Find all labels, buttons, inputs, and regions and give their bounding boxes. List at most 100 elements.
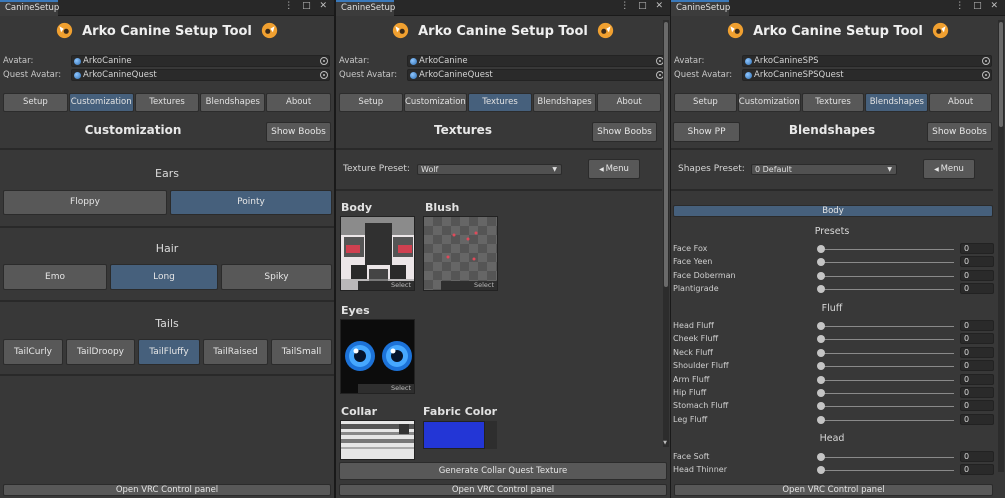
blendshape-value-field[interactable]: 0 xyxy=(960,269,994,281)
body-texture-slot[interactable]: Select xyxy=(340,216,415,291)
fabric-color-picker[interactable] xyxy=(485,421,497,449)
scroll-down-icon[interactable]: ▼ xyxy=(663,440,667,446)
fabric-color-swatch[interactable] xyxy=(423,421,485,449)
blendshape-value-field[interactable]: 0 xyxy=(960,333,994,345)
tail-droopy-button[interactable]: TailDroopy xyxy=(66,339,135,365)
avatar-field[interactable]: ArkoCanineSPS xyxy=(742,55,992,67)
scrollbar-thumb[interactable] xyxy=(999,22,1003,127)
ears-floppy-button[interactable]: Floppy xyxy=(3,190,167,215)
blendshape-value-field[interactable]: 0 xyxy=(960,320,994,331)
blendshape-value-field[interactable]: 0 xyxy=(960,464,994,476)
slider-handle[interactable] xyxy=(817,402,825,411)
tab-setup[interactable]: Setup xyxy=(674,93,737,112)
avatar-field[interactable]: ArkoCanine xyxy=(71,55,330,67)
menu-button[interactable]: ◀ Menu xyxy=(588,159,640,179)
generate-collar-quest-texture-button[interactable]: Generate Collar Quest Texture xyxy=(339,462,667,480)
avatar-field[interactable]: ArkoCanine xyxy=(407,55,666,67)
tab-setup[interactable]: Setup xyxy=(339,93,403,112)
blendshape-value-field[interactable]: 0 xyxy=(960,400,994,412)
slider-handle[interactable] xyxy=(817,375,825,384)
window-tab[interactable]: CanineSetup xyxy=(336,0,395,16)
slider-handle[interactable] xyxy=(817,389,825,397)
slider-handle[interactable] xyxy=(817,466,825,475)
object-picker-icon[interactable] xyxy=(320,57,328,65)
blendshape-value-field[interactable]: 0 xyxy=(960,451,994,462)
object-picker-icon[interactable] xyxy=(982,57,990,65)
open-vrc-control-panel-button[interactable]: Open VRC Control panel xyxy=(674,484,993,496)
blendshape-slider[interactable] xyxy=(821,406,954,408)
slider-handle[interactable] xyxy=(817,348,825,357)
blendshape-value-field[interactable]: 0 xyxy=(960,256,994,268)
blendshape-slider[interactable] xyxy=(821,289,954,291)
tab-blendshapes[interactable]: Blendshapes xyxy=(865,93,929,112)
tab-textures[interactable]: Textures xyxy=(134,93,200,112)
blendshape-slider[interactable] xyxy=(821,249,954,250)
window-controls-icon[interactable]: ⋮ □ ✕ xyxy=(955,1,1001,11)
show-pp-button[interactable]: Show PP xyxy=(673,122,740,142)
slider-handle[interactable] xyxy=(817,322,825,330)
collar-texture-slot[interactable] xyxy=(340,420,415,460)
blendshape-slider[interactable] xyxy=(821,379,954,381)
blendshape-slider[interactable] xyxy=(821,457,954,458)
tab-about[interactable]: About xyxy=(597,93,661,112)
texture-preset-dropdown[interactable]: Wolf ▼ xyxy=(417,164,562,175)
select-label[interactable]: Select xyxy=(358,281,414,290)
menu-button[interactable]: ◀ Menu xyxy=(923,159,975,179)
tail-fluffy-button[interactable]: TailFluffy xyxy=(138,339,200,365)
tab-blendshapes[interactable]: Blendshapes xyxy=(532,93,597,112)
show-boobs-button[interactable]: Show Boobs xyxy=(592,122,657,142)
tab-textures[interactable]: Textures xyxy=(801,93,865,112)
blendshape-value-field[interactable]: 0 xyxy=(960,373,994,385)
tab-customization[interactable]: Customization xyxy=(68,93,134,112)
object-picker-icon[interactable] xyxy=(982,71,990,79)
slider-handle[interactable] xyxy=(817,245,825,253)
ears-pointy-button[interactable]: Pointy xyxy=(170,190,332,215)
hair-long-button[interactable]: Long xyxy=(110,264,218,290)
shapes-preset-dropdown[interactable]: 0 Default ▼ xyxy=(751,164,897,175)
tail-raised-button[interactable]: TailRaised xyxy=(203,339,268,365)
blendshape-value-field[interactable]: 0 xyxy=(960,346,994,358)
blendshape-slider[interactable] xyxy=(821,393,954,394)
blendshape-value-field[interactable]: 0 xyxy=(960,283,994,295)
hair-emo-button[interactable]: Emo xyxy=(3,264,107,290)
select-label[interactable]: Select xyxy=(441,281,497,290)
slider-handle[interactable] xyxy=(817,285,825,294)
blendshape-slider[interactable] xyxy=(821,262,954,264)
show-boobs-button[interactable]: Show Boobs xyxy=(927,122,992,142)
blendshape-value-field[interactable]: 0 xyxy=(960,413,994,425)
blendshape-slider[interactable] xyxy=(821,419,954,421)
tab-about[interactable]: About xyxy=(266,93,331,112)
eyes-texture-slot[interactable]: Select xyxy=(340,319,415,394)
window-tab[interactable]: CanineSetup xyxy=(671,0,730,16)
tab-customization[interactable]: Customization xyxy=(737,93,801,112)
slider-handle[interactable] xyxy=(817,258,825,267)
blendshape-value-field[interactable]: 0 xyxy=(960,387,994,398)
blendshape-value-field[interactable]: 0 xyxy=(960,243,994,254)
quest-avatar-field[interactable]: ArkoCanineSPSQuest xyxy=(742,69,992,81)
slider-handle[interactable] xyxy=(817,335,825,344)
tab-setup[interactable]: Setup xyxy=(3,93,68,112)
blendshape-slider[interactable] xyxy=(821,275,954,277)
show-boobs-button[interactable]: Show Boobs xyxy=(266,122,331,142)
slider-handle[interactable] xyxy=(817,415,825,424)
hair-spiky-button[interactable]: Spiky xyxy=(221,264,332,290)
blush-texture-slot[interactable]: Select xyxy=(423,216,498,291)
window-controls-icon[interactable]: ⋮ □ ✕ xyxy=(284,1,330,11)
tail-curly-button[interactable]: TailCurly xyxy=(3,339,63,365)
tab-textures[interactable]: Textures xyxy=(468,93,532,112)
slider-handle[interactable] xyxy=(817,362,825,371)
open-vrc-control-panel-button[interactable]: Open VRC Control panel xyxy=(339,484,667,496)
blendshape-value-field[interactable]: 0 xyxy=(960,360,994,372)
quest-avatar-field[interactable]: ArkoCanineQuest xyxy=(71,69,330,81)
window-tab[interactable]: CanineSetup xyxy=(0,0,59,16)
blendshape-slider[interactable] xyxy=(821,366,954,368)
tab-about[interactable]: About xyxy=(929,93,993,112)
tab-blendshapes[interactable]: Blendshapes xyxy=(200,93,266,112)
slider-handle[interactable] xyxy=(817,271,825,280)
blendshape-slider[interactable] xyxy=(821,339,954,341)
window-controls-icon[interactable]: ⋮ □ ✕ xyxy=(620,1,666,11)
blendshape-slider[interactable] xyxy=(821,470,954,472)
slider-handle[interactable] xyxy=(817,453,825,461)
open-vrc-control-panel-button[interactable]: Open VRC Control panel xyxy=(3,484,331,496)
select-label[interactable]: Select xyxy=(358,384,414,393)
